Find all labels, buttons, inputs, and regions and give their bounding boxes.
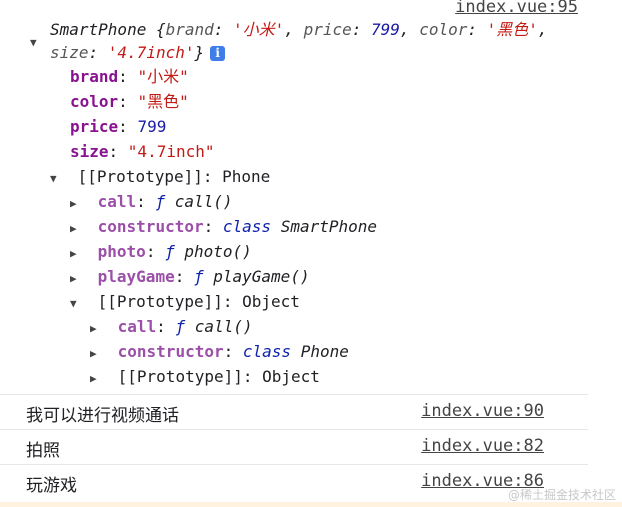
prop-value: "小米" <box>137 67 189 86</box>
class-name: SmartPhone <box>50 20 147 39</box>
prop-brand: brand: "小米" <box>70 67 189 86</box>
prototype-value: Phone <box>222 167 271 186</box>
comma: , <box>284 20 304 39</box>
sep: : <box>213 20 234 39</box>
prop-color: color: "黑色" <box>70 92 189 111</box>
summary-color-value: '黑色' <box>486 20 538 39</box>
prototype-label: [[Prototype]] <box>77 167 203 186</box>
proto-value: Phone <box>300 342 349 361</box>
log-row: 我可以进行视频通话 index.vue:90 <box>0 394 588 431</box>
object-summary-cont: size: '4.7inch'} i <box>50 40 226 65</box>
proto-value: playGame() <box>213 267 310 286</box>
prototype-object[interactable]: ▼ [[Prototype]]: Object <box>70 289 300 314</box>
log-message: 拍照 <box>26 441 60 461</box>
proto-key: photo <box>97 242 146 261</box>
proto-item-photo[interactable]: ▶ photo: ƒ photo() <box>70 239 252 264</box>
summary-color-key: color <box>419 20 468 39</box>
collapsed-icon[interactable]: ▶ <box>90 316 104 341</box>
class-marker: class <box>222 217 272 236</box>
prop-key: color <box>70 92 119 111</box>
watermark: @稀土掘金技术社区 <box>507 488 616 502</box>
prototype-label: [[Prototype]] <box>97 292 223 311</box>
prop-key: size <box>70 142 109 161</box>
collapsed-icon[interactable]: ▶ <box>90 341 104 366</box>
log-row: 拍照 index.vue:82 <box>0 429 588 466</box>
proto-key: call <box>97 192 137 211</box>
prototype-label: [[Prototype]] <box>117 367 243 386</box>
expanded-icon[interactable]: ▼ <box>30 30 44 55</box>
prototype-phone[interactable]: ▼ [[Prototype]]: Phone <box>50 164 270 189</box>
summary-size-key: size <box>50 43 89 62</box>
info-icon[interactable]: i <box>210 46 226 61</box>
comma: , <box>537 20 548 39</box>
collapsed-icon[interactable]: ▶ <box>70 266 84 291</box>
expanded-icon[interactable]: ▼ <box>50 166 64 191</box>
function-marker: ƒ <box>165 242 175 261</box>
source-link[interactable]: index.vue:82 <box>421 436 544 456</box>
function-marker: ƒ <box>175 317 186 336</box>
log-row: 玩游戏 index.vue:86 <box>0 464 588 501</box>
proto-key: constructor <box>117 342 224 361</box>
proto2-item-constructor[interactable]: ▶ constructor: class Phone <box>90 339 349 364</box>
proto-value: photo() <box>184 242 252 261</box>
summary-size-value: '4.7inch' <box>107 43 195 62</box>
bottom-bar <box>0 502 622 507</box>
proto-key: call <box>117 317 157 336</box>
summary-brand-key: brand <box>165 20 214 39</box>
sep: : <box>467 20 487 39</box>
log-message: 我可以进行视频通话 <box>26 406 179 426</box>
proto-value: call() <box>174 192 233 211</box>
prop-value: "黑色" <box>137 92 189 111</box>
function-marker: ƒ <box>155 192 166 211</box>
summary-brand-value: '小米' <box>233 20 285 39</box>
proto-value: SmartPhone <box>280 217 378 236</box>
collapsed-icon[interactable]: ▶ <box>70 191 84 216</box>
proto-item-call[interactable]: ▶ call: ƒ call() <box>70 189 233 214</box>
proto-item-playgame[interactable]: ▶ playGame: ƒ playGame() <box>70 264 310 289</box>
expanded-icon[interactable]: ▼ <box>70 291 84 316</box>
log-message: 玩游戏 <box>26 476 77 496</box>
collapsed-icon[interactable]: ▶ <box>70 241 84 266</box>
proto-key: playGame <box>97 267 175 286</box>
prop-value: 799 <box>137 117 167 136</box>
function-marker: ƒ <box>193 267 204 286</box>
comma: , <box>399 20 420 39</box>
proto2-item-call[interactable]: ▶ call: ƒ call() <box>90 314 253 339</box>
brace-open: { <box>146 20 166 39</box>
proto-key: constructor <box>97 217 204 236</box>
prop-key: brand <box>70 67 119 86</box>
object-summary[interactable]: ▼ SmartPhone {brand: '小米', price: 799, c… <box>30 17 548 49</box>
source-link-95[interactable]: index.vue:95 <box>455 0 578 17</box>
sep: : <box>88 43 108 62</box>
summary-price-value: 799 <box>371 20 400 39</box>
prototype-value: Object <box>262 367 320 386</box>
collapsed-icon[interactable]: ▶ <box>70 216 84 241</box>
summary-price-key: price <box>303 20 352 39</box>
prototype-value: Object <box>242 292 300 311</box>
prop-value: "4.7inch" <box>127 142 215 161</box>
collapsed-icon[interactable]: ▶ <box>90 366 104 391</box>
proto-value: call() <box>194 317 253 336</box>
source-link[interactable]: index.vue:90 <box>421 401 544 421</box>
prop-size: size: "4.7inch" <box>70 142 215 161</box>
proto-item-constructor[interactable]: ▶ constructor: class SmartPhone <box>70 214 377 239</box>
prop-price: price: 799 <box>70 117 167 136</box>
class-marker: class <box>242 342 292 361</box>
brace-close: } <box>194 43 205 62</box>
sep: : <box>351 20 372 39</box>
prop-key: price <box>70 117 119 136</box>
prototype-object-root[interactable]: ▶ [[Prototype]]: Object <box>90 364 320 389</box>
